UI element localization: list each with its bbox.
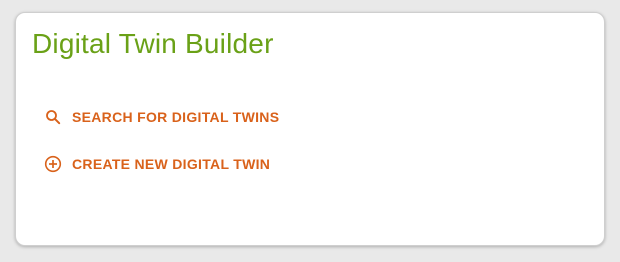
add-circle-icon xyxy=(44,155,62,173)
card-title: Digital Twin Builder xyxy=(32,28,274,59)
create-digital-twin-label: CREATE NEW DIGITAL TWIN xyxy=(72,156,271,172)
search-digital-twins-button[interactable]: SEARCH FOR DIGITAL TWINS xyxy=(36,100,289,134)
search-digital-twins-label: SEARCH FOR DIGITAL TWINS xyxy=(72,109,280,125)
digital-twin-builder-card: Digital Twin Builder SEARCH FOR DIGITAL … xyxy=(15,12,605,246)
search-icon xyxy=(44,108,62,126)
create-digital-twin-button[interactable]: CREATE NEW DIGITAL TWIN xyxy=(36,147,280,181)
